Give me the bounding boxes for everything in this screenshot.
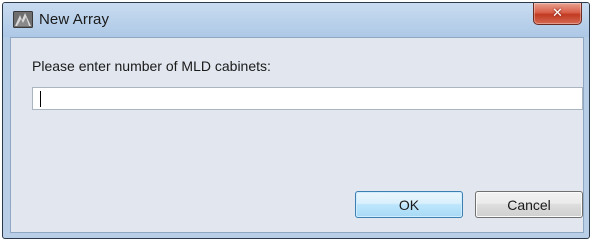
cancel-button-label: Cancel [507,196,551,213]
dialog-window: New Array ✕ Please enter number of MLD c… [2,2,590,239]
text-caret [40,91,41,107]
window-title: New Array [39,11,110,28]
close-icon: ✕ [552,6,563,21]
app-icon [13,11,33,28]
dialog-body: Please enter number of MLD cabinets: OK … [10,37,584,233]
cancel-button[interactable]: Cancel [475,191,583,218]
cabinet-count-input[interactable] [32,87,583,110]
close-button[interactable]: ✕ [533,3,582,25]
prompt-label: Please enter number of MLD cabinets: [32,58,271,74]
title-bar[interactable]: New Array ✕ [3,3,589,37]
ok-button-label: OK [398,196,420,213]
ok-button[interactable]: OK [355,191,463,218]
